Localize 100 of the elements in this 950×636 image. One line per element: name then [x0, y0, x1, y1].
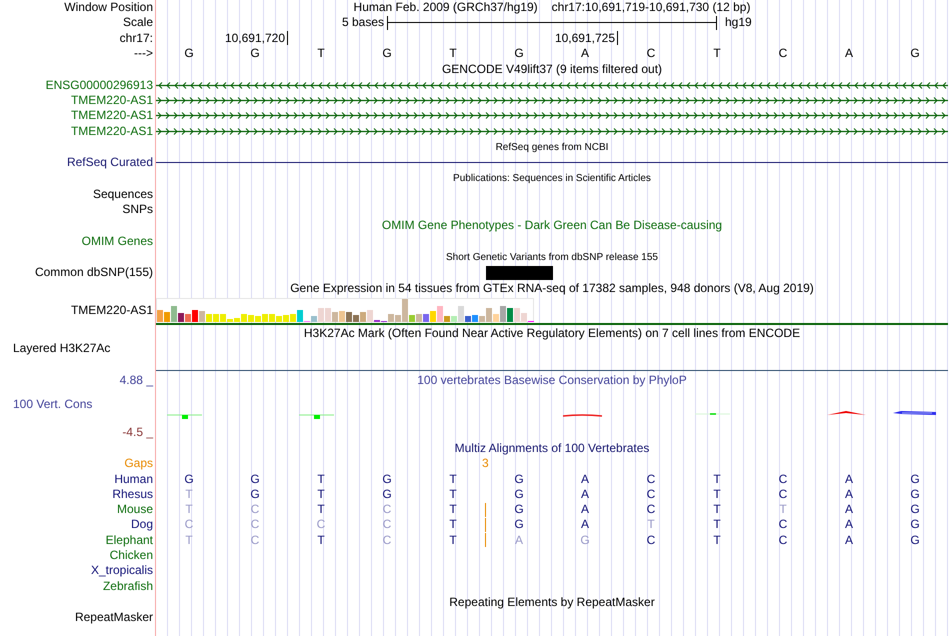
- base-letter: A: [844, 46, 853, 62]
- aligned-base: T: [449, 532, 457, 548]
- axis-min-label: -4.5 _: [122, 424, 154, 440]
- aligned-base: C: [778, 486, 788, 502]
- aligned-base: T: [449, 472, 457, 487]
- aligned-base: G: [910, 486, 920, 502]
- aligned-base: A: [844, 502, 853, 518]
- species-label[interactable]: Elephant: [106, 532, 156, 548]
- base-letter: G: [250, 46, 260, 62]
- aligned-base: A: [580, 502, 589, 518]
- aligned-base: G: [382, 486, 392, 502]
- base-letter: T: [449, 46, 457, 62]
- position-text: chr17:10,691,719-10,691,730 (12 bp): [552, 0, 750, 16]
- aligned-base: C: [646, 486, 656, 502]
- aligned-base: C: [382, 517, 392, 532]
- track-label[interactable]: 100 Vert. Cons: [0, 396, 96, 412]
- track-title: 100 vertebrates Basewise Conservation by PhyloP: [416, 372, 688, 388]
- aligned-base: T: [185, 502, 193, 518]
- base-letter: T: [713, 46, 721, 62]
- base-letter: G: [910, 46, 920, 62]
- aligned-base: C: [778, 517, 788, 532]
- aligned-base: T: [713, 532, 721, 548]
- gene-label[interactable]: ENSG00000296913: [46, 78, 156, 93]
- aligned-base: T: [317, 502, 325, 518]
- aligned-base: A: [844, 517, 853, 532]
- gene-label[interactable]: TMEM220-AS1: [70, 108, 156, 124]
- species-label[interactable]: Zebrafish: [102, 578, 156, 594]
- aligned-base: C: [778, 532, 788, 548]
- gap-count: 3: [482, 456, 489, 472]
- strand-label: --->: [134, 46, 154, 62]
- aligned-base: T: [185, 532, 193, 548]
- base-letter: T: [317, 46, 325, 62]
- row-label: Window Position: [64, 0, 154, 16]
- aligned-base: G: [910, 517, 920, 532]
- aligned-base: C: [382, 532, 392, 548]
- aligned-base: G: [910, 502, 920, 518]
- aligned-base: T: [449, 517, 457, 532]
- variant-bar[interactable]: [486, 266, 553, 280]
- aligned-base: T: [449, 486, 457, 502]
- track-label[interactable]: TMEM220-AS1: [70, 303, 156, 318]
- track-label[interactable]: RepeatMasker: [74, 610, 156, 626]
- gene-label[interactable]: TMEM220-AS1: [70, 92, 156, 108]
- aligned-base: A: [580, 472, 589, 487]
- track-title: Short Genetic Variants from dbSNP release 155: [445, 250, 659, 265]
- track-title: OMIM Gene Phenotypes - Dark Green Can Be Disease-causing: [380, 218, 724, 234]
- track-label[interactable]: OMIM Genes: [82, 234, 156, 249]
- track-label[interactable]: SNPs: [122, 202, 156, 217]
- aligned-base: G: [382, 472, 392, 487]
- aligned-base: G: [514, 502, 524, 518]
- track-label[interactable]: RefSeq Curated: [66, 155, 156, 170]
- aligned-base: G: [250, 486, 260, 502]
- species-label[interactable]: Chicken: [110, 548, 156, 564]
- aligned-base: T: [317, 532, 325, 548]
- aligned-base: G: [250, 472, 260, 487]
- base-letter: G: [382, 46, 392, 62]
- aligned-base: C: [646, 532, 656, 548]
- axis-max-label: 4.88 _: [120, 372, 154, 388]
- gene-label[interactable]: TMEM220-AS1: [70, 124, 156, 139]
- assembly-text: Human Feb. 2009 (GRCh37/hg19): [354, 0, 538, 16]
- track-label[interactable]: Common dbSNP(155): [34, 265, 156, 280]
- track-title: RefSeq genes from NCBI: [494, 140, 610, 155]
- aligned-base: T: [713, 517, 721, 532]
- species-label[interactable]: Mouse: [116, 502, 156, 518]
- species-label[interactable]: X_tropicalis: [90, 563, 156, 578]
- track-title: GENCODE V49lift37 (9 items filtered out): [440, 62, 664, 78]
- track-title: H3K27Ac Mark (Often Found Near Active Regulatory Elements) on 7 cell lines from ENCODE: [302, 326, 802, 341]
- aligned-base: A: [844, 486, 853, 502]
- track-title: Gene Expression in 54 tissues from GTEx RNA-seq of 17382 samples, 948 donors (V8, Aug 2019): [289, 281, 815, 296]
- species-label[interactable]: Human: [114, 472, 156, 487]
- base-letter: C: [778, 46, 788, 62]
- base-letter: C: [646, 46, 656, 62]
- base-letter: G: [514, 46, 524, 62]
- aligned-base: G: [514, 517, 524, 532]
- aligned-base: A: [580, 486, 589, 502]
- track-title: Repeating Elements by RepeatMasker: [448, 594, 656, 610]
- track-label[interactable]: Layered H3K27Ac: [0, 341, 114, 356]
- aligned-base: A: [580, 517, 589, 532]
- species-label[interactable]: Dog: [130, 517, 156, 532]
- aligned-base: T: [779, 502, 787, 518]
- aligned-base: T: [713, 502, 721, 518]
- base-letter: A: [580, 46, 589, 62]
- track-title: Publications: Sequences in Scientific Articles: [452, 172, 652, 186]
- species-label[interactable]: Rhesus: [112, 486, 156, 502]
- aligned-base: C: [250, 502, 260, 518]
- aligned-base: T: [713, 486, 721, 502]
- aligned-base: T: [647, 517, 655, 532]
- track-title: Multiz Alignments of 100 Vertebrates: [454, 440, 650, 456]
- scale-assembly: hg19: [724, 15, 752, 30]
- aligned-base: C: [316, 517, 326, 532]
- aligned-base: G: [514, 486, 524, 502]
- aligned-base: C: [250, 517, 260, 532]
- aligned-base: T: [185, 486, 193, 502]
- expression-bars-drawing[interactable]: [156, 298, 534, 322]
- scale-text: 5 bases: [342, 15, 385, 30]
- track-label[interactable]: Sequences: [92, 186, 156, 202]
- row-label: chr17:: [120, 30, 154, 46]
- aligned-base: C: [646, 472, 656, 487]
- aligned-base: G: [910, 532, 920, 548]
- aligned-base: C: [778, 472, 788, 487]
- aligned-base: C: [250, 532, 260, 548]
